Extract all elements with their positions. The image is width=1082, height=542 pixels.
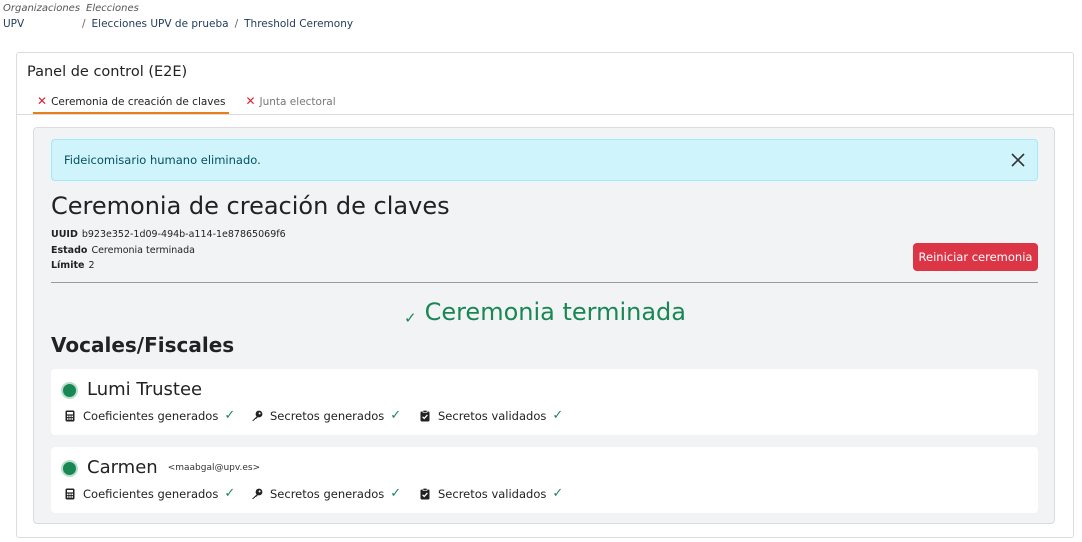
state-row: Estado Ceremonia terminada <box>51 243 286 259</box>
breadcrumb-election-link[interactable]: Elecciones UPV de prueba <box>92 18 229 30</box>
restart-ceremony-button[interactable]: Reiniciar ceremonia <box>913 243 1038 271</box>
trustee-email: <maabgal@upv.es> <box>167 463 261 473</box>
ceremony-card: Fideicomisario humano eliminado. Ceremon… <box>33 127 1055 524</box>
key-icon <box>250 409 264 423</box>
limit-label: Límite <box>51 260 85 271</box>
limit-value: 2 <box>88 260 95 271</box>
divider <box>17 114 1073 115</box>
step-coefficients: Coeficientes generados ✓ <box>63 486 235 501</box>
trustee-name: Lumi Trustee <box>87 379 203 400</box>
breadcrumb-separator: / <box>82 18 86 30</box>
check-icon: ✓ <box>552 486 564 501</box>
breadcrumb-separator: / <box>234 18 239 30</box>
check-icon: ✓ <box>390 408 402 423</box>
step-label: Secretos generados <box>270 408 385 423</box>
divider <box>51 282 1038 283</box>
check-icon: ✓ <box>552 408 564 423</box>
trustee-card: Lumi Trustee Coeficientes generados ✓ Se… <box>51 369 1038 435</box>
info-alert: Fideicomisario humano eliminado. <box>51 139 1038 181</box>
status-dot-icon <box>61 382 78 399</box>
key-icon <box>250 487 264 501</box>
x-icon: ✕ <box>245 94 256 108</box>
step-secrets-generated: Secretos generados ✓ <box>250 408 401 423</box>
tab-electoral-board[interactable]: ✕ Junta electoral <box>241 91 339 114</box>
uuid-label: UUID <box>51 229 78 240</box>
panel-tabs: ✕ Ceremonia de creación de claves ✕ Junta … <box>33 91 352 114</box>
uuid-value: b923e352-1d09-494b-a114-1e87865069f6 <box>81 229 286 240</box>
status-dot-icon <box>61 460 78 477</box>
tab-label: Ceremonia de creación de claves <box>51 96 226 108</box>
step-label: Secretos validados <box>438 408 547 423</box>
calculator-icon <box>63 409 77 423</box>
breadcrumb-organization: Organizaciones UPV <box>3 2 80 32</box>
clipboard-check-icon <box>418 409 432 423</box>
step-secrets-generated: Secretos generados ✓ <box>250 486 401 501</box>
uuid-row: UUID b923e352-1d09-494b-a114-1e87865069f6 <box>51 227 286 243</box>
breadcrumb-elections-label: Elecciones <box>86 3 139 14</box>
x-icon: ✕ <box>37 94 48 108</box>
ceremony-status: ✓ Ceremonia terminada <box>34 298 1056 327</box>
breadcrumb-org-link[interactable]: UPV <box>3 16 80 32</box>
clipboard-check-icon <box>418 487 432 501</box>
step-secrets-validated: Secretos validados ✓ <box>418 486 563 501</box>
step-secrets-validated: Secretos validados ✓ <box>418 408 563 423</box>
breadcrumb-current: Threshold Ceremony <box>244 18 354 30</box>
panel-title: Panel de control (E2E) <box>27 64 188 80</box>
close-icon[interactable] <box>1009 151 1027 169</box>
status-text: Ceremonia terminada <box>424 298 686 326</box>
control-panel: Panel de control (E2E) ✕ Ceremonia de cre… <box>16 52 1074 538</box>
calculator-icon <box>63 487 77 501</box>
tab-label: Junta electoral <box>259 96 336 108</box>
step-coefficients: Coeficientes generados ✓ <box>63 408 235 423</box>
trustee-card: Carmen <maabgal@upv.es> Coeficientes gene… <box>51 447 1038 513</box>
tab-key-ceremony[interactable]: ✕ Ceremonia de creación de claves <box>33 91 230 114</box>
breadcrumb-elections: Elecciones / Elecciones UPV de prueba / Thr… <box>76 2 353 32</box>
alert-message: Fideicomisario humano eliminado. <box>64 153 261 167</box>
breadcrumb-org-label: Organizaciones <box>3 3 81 14</box>
step-label: Secretos validados <box>438 486 547 501</box>
state-label: Estado <box>51 244 88 256</box>
trustees-title: Vocales/Fiscales <box>51 333 235 357</box>
check-icon: ✓ <box>390 486 402 501</box>
ceremony-meta: UUID b923e352-1d09-494b-a114-1e87865069f6… <box>51 227 286 274</box>
step-label: Coeficientes generados <box>83 408 219 423</box>
check-icon: ✓ <box>403 309 417 327</box>
step-label: Coeficientes generados <box>83 486 219 501</box>
check-icon: ✓ <box>224 486 236 501</box>
step-label: Secretos generados <box>270 486 385 501</box>
limit-row: Límite 2 <box>51 258 286 274</box>
state-value: Ceremonia terminada <box>91 244 195 256</box>
ceremony-title: Ceremonia de creación de claves <box>51 192 450 220</box>
trustee-name: Carmen <maabgal@upv.es> <box>87 457 261 478</box>
check-icon: ✓ <box>224 408 236 423</box>
